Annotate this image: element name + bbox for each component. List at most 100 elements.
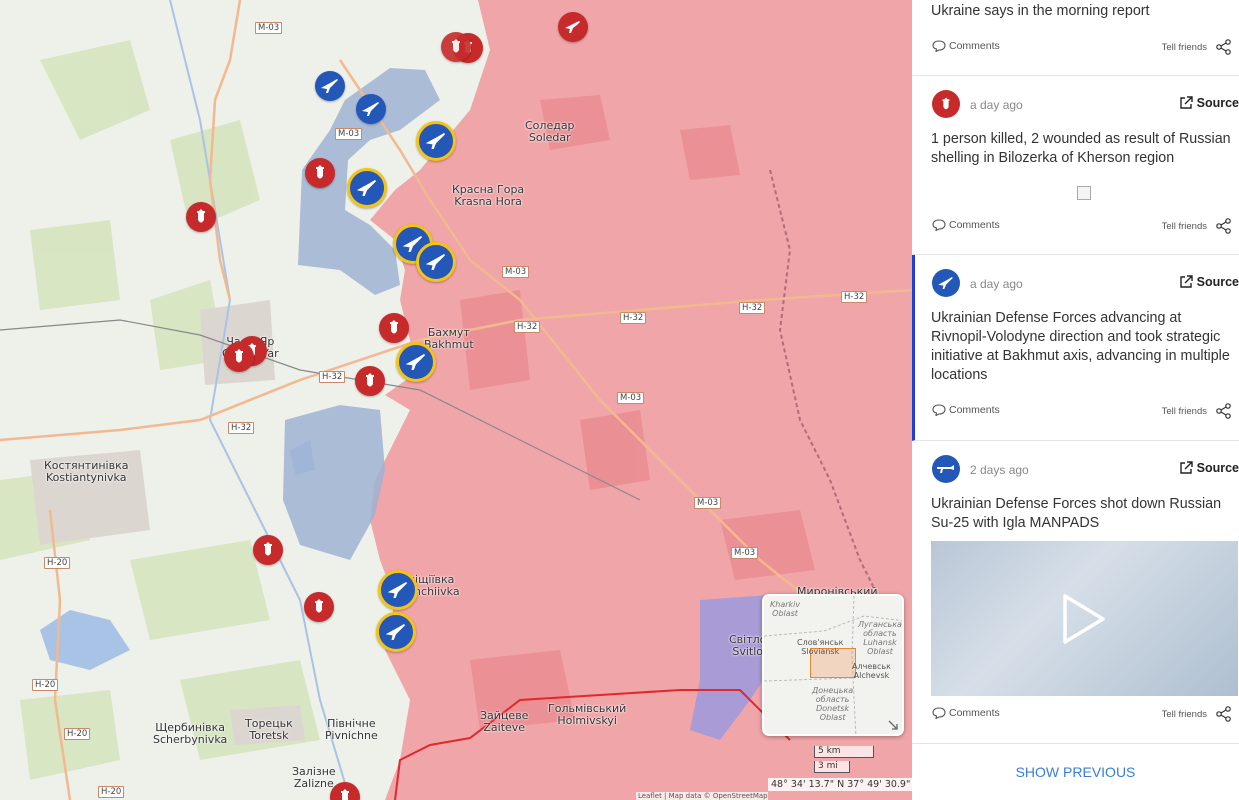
rifle-icon [405, 354, 426, 370]
minimap-label-donetsk: Донецька область Donetsk Oblast [812, 686, 854, 722]
map-view[interactable]: Соледар Soledar Красна Гора Krasna Hora … [0, 0, 912, 800]
shelling-marker[interactable] [224, 342, 254, 372]
shelling-marker[interactable] [441, 32, 471, 62]
ua-advance-marker[interactable] [416, 121, 456, 161]
shelling-marker[interactable] [186, 202, 216, 232]
play-icon[interactable] [1062, 593, 1106, 645]
comments-label: Comments [949, 404, 1000, 416]
feed-item-time: a day ago [970, 277, 1023, 291]
ua-advance-marker[interactable] [396, 342, 436, 382]
share-icon[interactable] [1215, 402, 1233, 420]
shelling-marker[interactable] [304, 592, 334, 622]
road-label-h20: H-20 [44, 557, 71, 569]
ua-event-marker[interactable] [356, 94, 386, 124]
cursor-coordinates: 48° 34' 13.7" N 37° 49' 30.9" E [768, 778, 912, 791]
bomb-icon [341, 789, 349, 800]
minimap-label-luhansk: Луганська область Luhansk Oblast [858, 620, 902, 656]
tell-friends-label[interactable]: Tell friends [1162, 221, 1207, 232]
feed-item-title[interactable]: 1 person killed, 2 wounded as result of … [931, 130, 1235, 168]
rifle-icon [362, 102, 379, 116]
source-link[interactable]: Source [1179, 461, 1239, 475]
comments-button[interactable]: Comments [932, 707, 1000, 719]
feed-item-title[interactable]: Ukrainian Defense Forces shot down Russi… [931, 495, 1235, 533]
comments-button[interactable]: Comments [932, 404, 1000, 416]
expand-icon[interactable] [888, 720, 898, 730]
feed-item-time: a day ago [970, 98, 1023, 112]
place-label-krasna-hora: Красна Гора Krasna Hora [452, 183, 525, 208]
bomb-icon [366, 373, 374, 387]
feed-item-selected[interactable]: a day ago Source Ukrainian Defense Force… [912, 255, 1239, 441]
video-player[interactable] [931, 541, 1238, 696]
road-label-m03: M-03 [255, 22, 283, 34]
shelling-marker[interactable] [355, 366, 385, 396]
scale-bar-mi: 3 mi [814, 761, 850, 773]
external-link-icon [1179, 461, 1193, 474]
comments-button[interactable]: Comments [932, 219, 1000, 231]
road-label-h32: H-32 [739, 302, 766, 314]
source-label: Source [1196, 461, 1239, 475]
road-label-h32: H-32 [319, 371, 346, 383]
rifle-icon [321, 79, 338, 93]
external-link-icon [1179, 275, 1193, 288]
shelling-marker[interactable] [558, 12, 588, 42]
road-label-h32: H-32 [620, 312, 647, 324]
share-icon[interactable] [1215, 38, 1233, 56]
feed-item[interactable]: a day ago Source 1 person killed, 2 woun… [912, 76, 1239, 255]
map-attribution[interactable]: Leaflet | Map data © OpenStreetMap contr… [636, 792, 768, 800]
feed-item-title[interactable]: Ukrainian Defense Forces advancing at Ri… [931, 309, 1235, 385]
tell-friends-label[interactable]: Tell friends [1162, 709, 1207, 720]
overview-minimap[interactable]: Kharkiv Oblast Слов'янськ Sloviansk Луга… [762, 594, 904, 736]
road-label-h32: H-32 [228, 422, 255, 434]
feed-item-footer: Comments Tell friends [932, 402, 1239, 422]
ua-advance-marker[interactable] [416, 242, 456, 282]
bomb-icon [264, 542, 272, 556]
ua-advance-marker[interactable] [347, 168, 387, 208]
feed-item-title[interactable]: Ukraine says in the morning report [931, 2, 1235, 21]
shelling-marker[interactable] [379, 313, 409, 343]
feed-item-header: a day ago Source [932, 269, 1239, 297]
feed-item-header: a day ago Source [932, 90, 1239, 118]
share-icon[interactable] [1215, 217, 1233, 235]
bomb-icon [235, 349, 243, 363]
manpads-icon [932, 455, 960, 483]
bomb-icon [316, 165, 324, 179]
bomb-icon [452, 39, 460, 53]
comments-button[interactable]: Comments [932, 40, 1000, 52]
rifle-icon [932, 269, 960, 297]
comment-icon [932, 404, 946, 416]
ua-advance-marker[interactable] [376, 612, 416, 652]
tell-friends-label[interactable]: Tell friends [1162, 42, 1207, 53]
minimap-label-kharkiv: Kharkiv Oblast [770, 600, 801, 618]
rifle-icon [425, 254, 446, 270]
road-label-h32: H-32 [514, 321, 541, 333]
feed-item-time: 2 days ago [970, 463, 1029, 477]
road-label-m03: M-03 [335, 128, 363, 140]
comment-icon [932, 40, 946, 52]
feed-item-footer: Comments Tell friends [932, 38, 1239, 58]
bomb-icon [197, 209, 205, 223]
rifle-icon [356, 180, 377, 196]
show-previous-button[interactable]: SHOW PREVIOUS [912, 764, 1239, 780]
place-label-zalizne: Залізне Zalizne [292, 765, 336, 790]
minimap-label-alchevsk: Алчевськ Alchevsk [852, 662, 891, 680]
shelling-marker[interactable] [305, 158, 335, 188]
ua-advance-marker[interactable] [378, 570, 418, 610]
shelling-marker[interactable] [253, 535, 283, 565]
road-label-h20: H-20 [32, 679, 59, 691]
news-feed[interactable]: Ukraine says in the morning report Comme… [912, 0, 1239, 800]
minimap-label-sloviansk: Слов'янськ Sloviansk [797, 638, 844, 656]
feed-item[interactable]: Ukraine says in the morning report Comme… [912, 0, 1239, 76]
rifle-icon [387, 582, 408, 598]
external-link-icon [1179, 96, 1193, 109]
rifle-icon [385, 624, 406, 640]
road-label-m03: M-03 [731, 547, 759, 559]
place-label-toretsk: Торецьк Toretsk [245, 717, 293, 742]
source-link[interactable]: Source [1179, 275, 1239, 289]
tell-friends-label[interactable]: Tell friends [1162, 406, 1207, 417]
comments-label: Comments [949, 219, 1000, 231]
scale-bar-km: 5 km [814, 746, 874, 758]
source-link[interactable]: Source [1179, 96, 1239, 110]
ua-event-marker[interactable] [315, 71, 345, 101]
share-icon[interactable] [1215, 705, 1233, 723]
road-label-h20: H-20 [64, 728, 91, 740]
